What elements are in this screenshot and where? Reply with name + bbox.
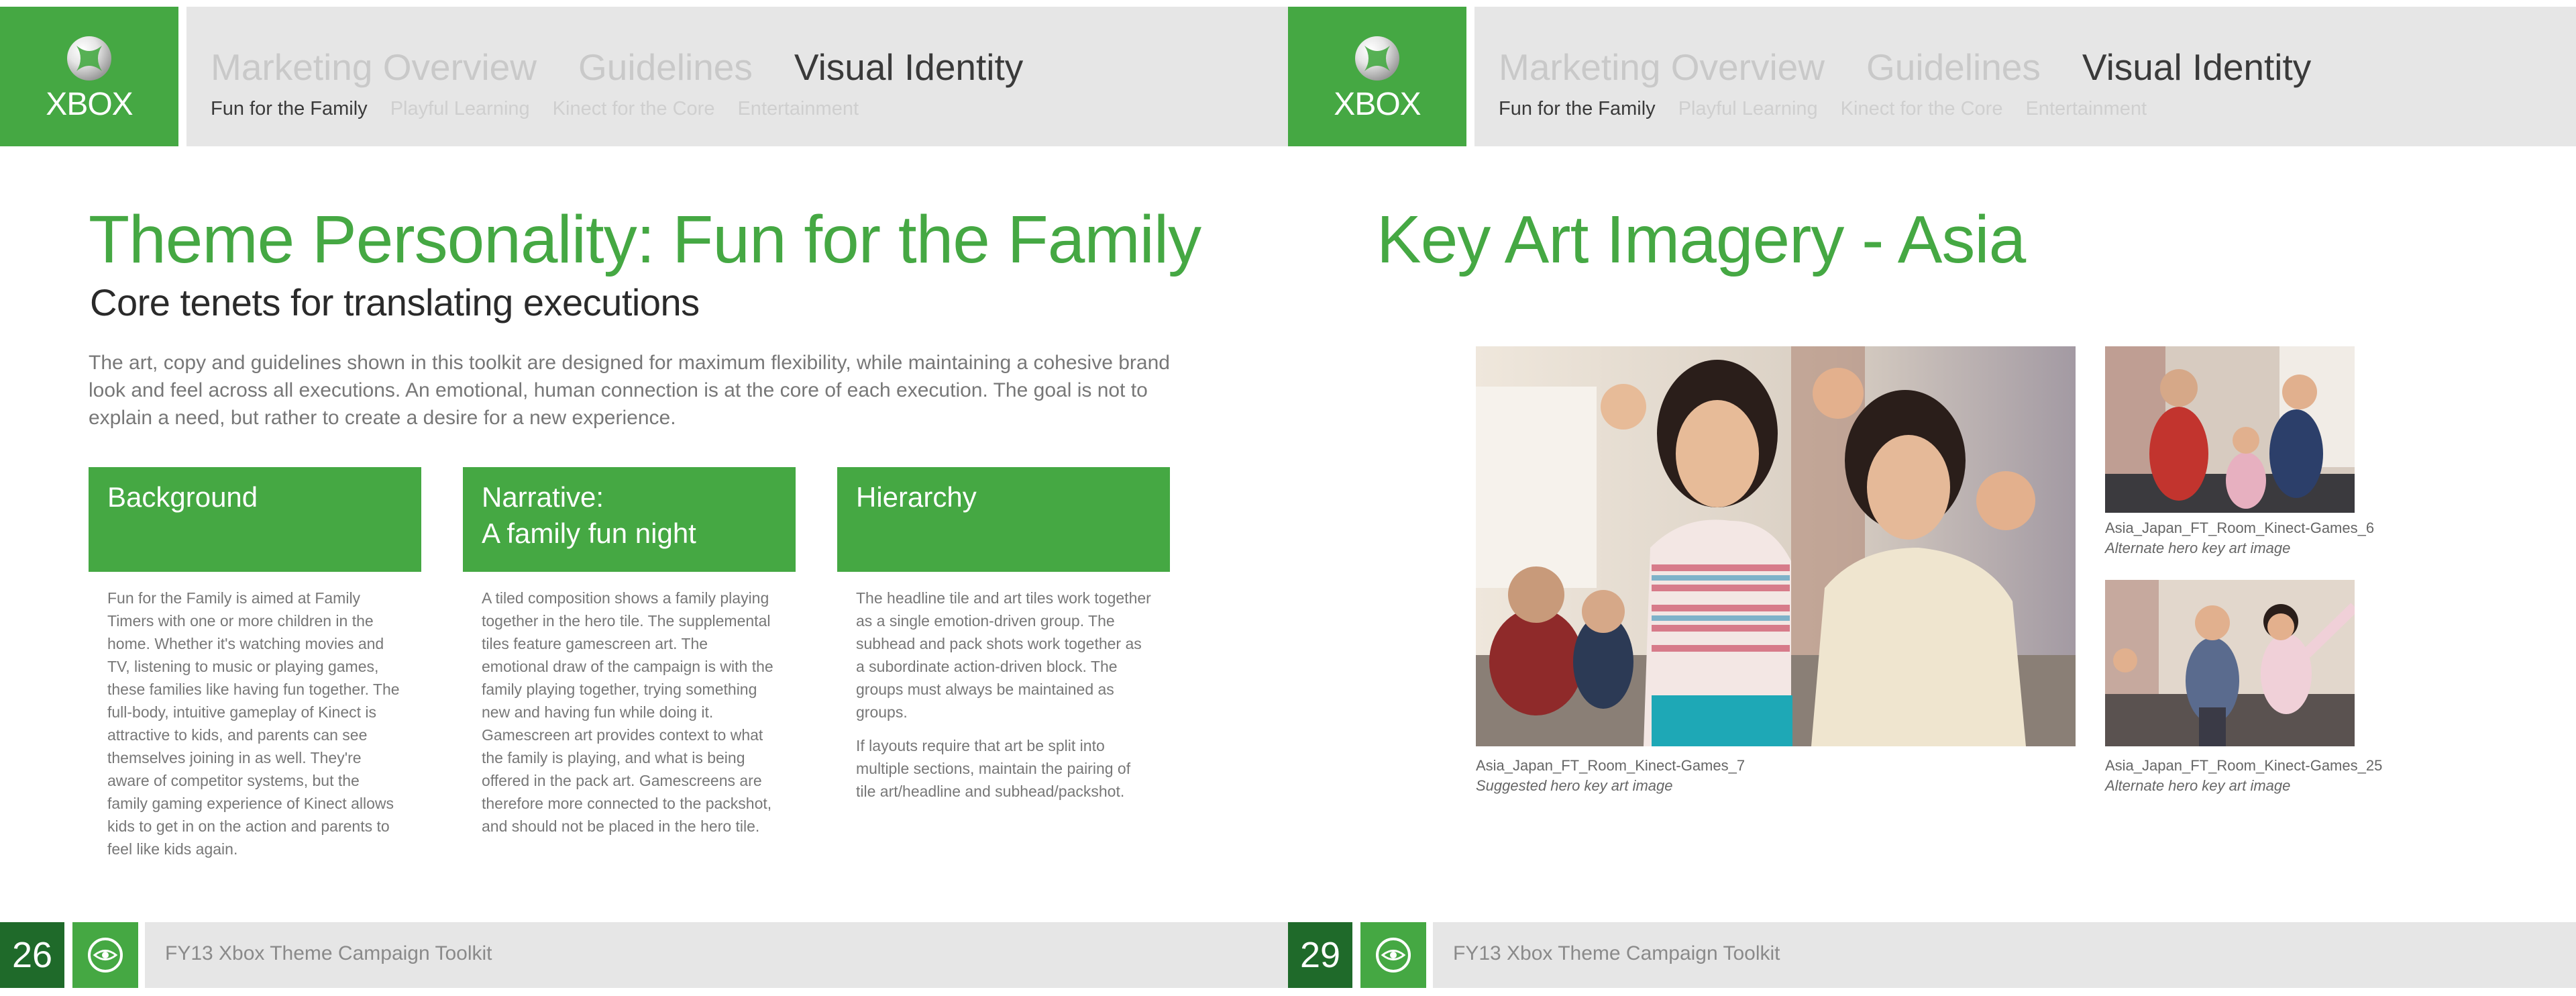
card-body: The headline tile and art tiles work tog… (837, 572, 1170, 803)
primary-nav: Marketing Overview Guidelines Visual Ide… (211, 46, 1023, 89)
card-paragraph: A tiled composition shows a family playi… (482, 589, 773, 835)
xbox-sphere-icon (1355, 36, 1399, 81)
alternate-key-art-image[interactable] (2105, 580, 2355, 746)
image-filename: Asia_Japan_FT_Room_Kinect-Games_7 (1476, 757, 1746, 774)
card-body: Fun for the Family is aimed at Family Ti… (89, 572, 421, 860)
subnav-fun-for-the-family[interactable]: Fun for the Family (1499, 98, 1656, 120)
header-nav: Marketing Overview Guidelines Visual Ide… (186, 7, 1288, 146)
logo-wordmark: XBOX (46, 87, 133, 122)
image-description: Alternate hero key art image (2105, 540, 2291, 556)
subnav-entertainment[interactable]: Entertainment (737, 98, 859, 120)
subnav-playful-learning[interactable]: Playful Learning (1678, 98, 1818, 120)
primary-nav: Marketing Overview Guidelines Visual Ide… (1499, 46, 2311, 89)
subnav-kinect-for-the-core[interactable]: Kinect for the Core (553, 98, 715, 120)
card-paragraph: If layouts require that art be split int… (856, 737, 1131, 800)
card-heading: Narrative: A family fun night (463, 467, 796, 572)
alternate-key-art-image[interactable] (2105, 346, 2355, 513)
card-body: A tiled composition shows a family playi… (463, 572, 796, 838)
footer-text: FY13 Xbox Theme Campaign Toolkit (165, 942, 492, 964)
card-narrative: Narrative: A family fun night A tiled co… (463, 467, 796, 848)
footer-text: FY13 Xbox Theme Campaign Toolkit (1453, 942, 1780, 964)
header-nav: Marketing Overview Guidelines Visual Ide… (1474, 7, 2576, 146)
footer-bar: FY13 Xbox Theme Campaign Toolkit (1433, 922, 2576, 988)
page-number: 26 (0, 922, 64, 988)
card-heading: Background (89, 467, 421, 572)
nav-marketing-overview[interactable]: Marketing Overview (1499, 46, 1825, 89)
card-heading: Hierarchy (837, 467, 1170, 572)
left-page: XBOX Marketing Overview Guidelines Visua… (0, 0, 1288, 996)
page-title: Theme Personality: Fun for the Family (89, 202, 1201, 277)
nav-visual-identity[interactable]: Visual Identity (2082, 46, 2311, 89)
secondary-nav: Fun for the Family Playful Learning Kine… (211, 98, 859, 120)
image-description: Suggested hero key art image (1476, 777, 1673, 794)
subnav-fun-for-the-family[interactable]: Fun for the Family (211, 98, 368, 120)
page-title: Key Art Imagery - Asia (1377, 202, 2026, 277)
alternate-image-caption: Asia_Japan_FT_Room_Kinect-Games_6 Altern… (2105, 518, 2374, 558)
subnav-playful-learning[interactable]: Playful Learning (390, 98, 530, 120)
subnav-entertainment[interactable]: Entertainment (2025, 98, 2147, 120)
card-background: Background Fun for the Family is aimed a… (89, 467, 421, 871)
secondary-nav: Fun for the Family Playful Learning Kine… (1499, 98, 2147, 120)
logo-wordmark: XBOX (1334, 87, 1421, 122)
image-filename: Asia_Japan_FT_Room_Kinect-Games_6 (2105, 519, 2375, 536)
nav-visual-identity[interactable]: Visual Identity (794, 46, 1023, 89)
image-description: Alternate hero key art image (2105, 777, 2291, 794)
hero-key-art-image[interactable] (1476, 346, 2076, 746)
xbox-sphere-icon (67, 36, 111, 81)
footer-bar: FY13 Xbox Theme Campaign Toolkit (145, 922, 1288, 988)
eye-icon[interactable] (1360, 922, 1426, 988)
xbox-logo[interactable]: XBOX (1288, 7, 1466, 146)
xbox-logo[interactable]: XBOX (0, 7, 178, 146)
image-filename: Asia_Japan_FT_Room_Kinect-Games_25 (2105, 757, 2383, 774)
card-hierarchy: Hierarchy The headline tile and art tile… (837, 467, 1170, 813)
alternate-image-caption: Asia_Japan_FT_Room_Kinect-Games_25 Alter… (2105, 756, 2382, 796)
eye-icon[interactable] (72, 922, 138, 988)
card-paragraph: The headline tile and art tiles work tog… (856, 589, 1151, 721)
hero-image-caption: Asia_Japan_FT_Room_Kinect-Games_7 Sugges… (1476, 756, 1745, 796)
page-number: 29 (1288, 922, 1352, 988)
subnav-kinect-for-the-core[interactable]: Kinect for the Core (1841, 98, 2003, 120)
nav-guidelines[interactable]: Guidelines (578, 46, 753, 89)
intro-paragraph: The art, copy and guidelines shown in th… (89, 352, 1170, 429)
nav-marketing-overview[interactable]: Marketing Overview (211, 46, 537, 89)
card-paragraph: Fun for the Family is aimed at Family Ti… (107, 589, 400, 858)
page-subtitle: Core tenets for translating executions (90, 281, 700, 323)
right-page: XBOX Marketing Overview Guidelines Visua… (1288, 0, 2576, 996)
nav-guidelines[interactable]: Guidelines (1866, 46, 2041, 89)
